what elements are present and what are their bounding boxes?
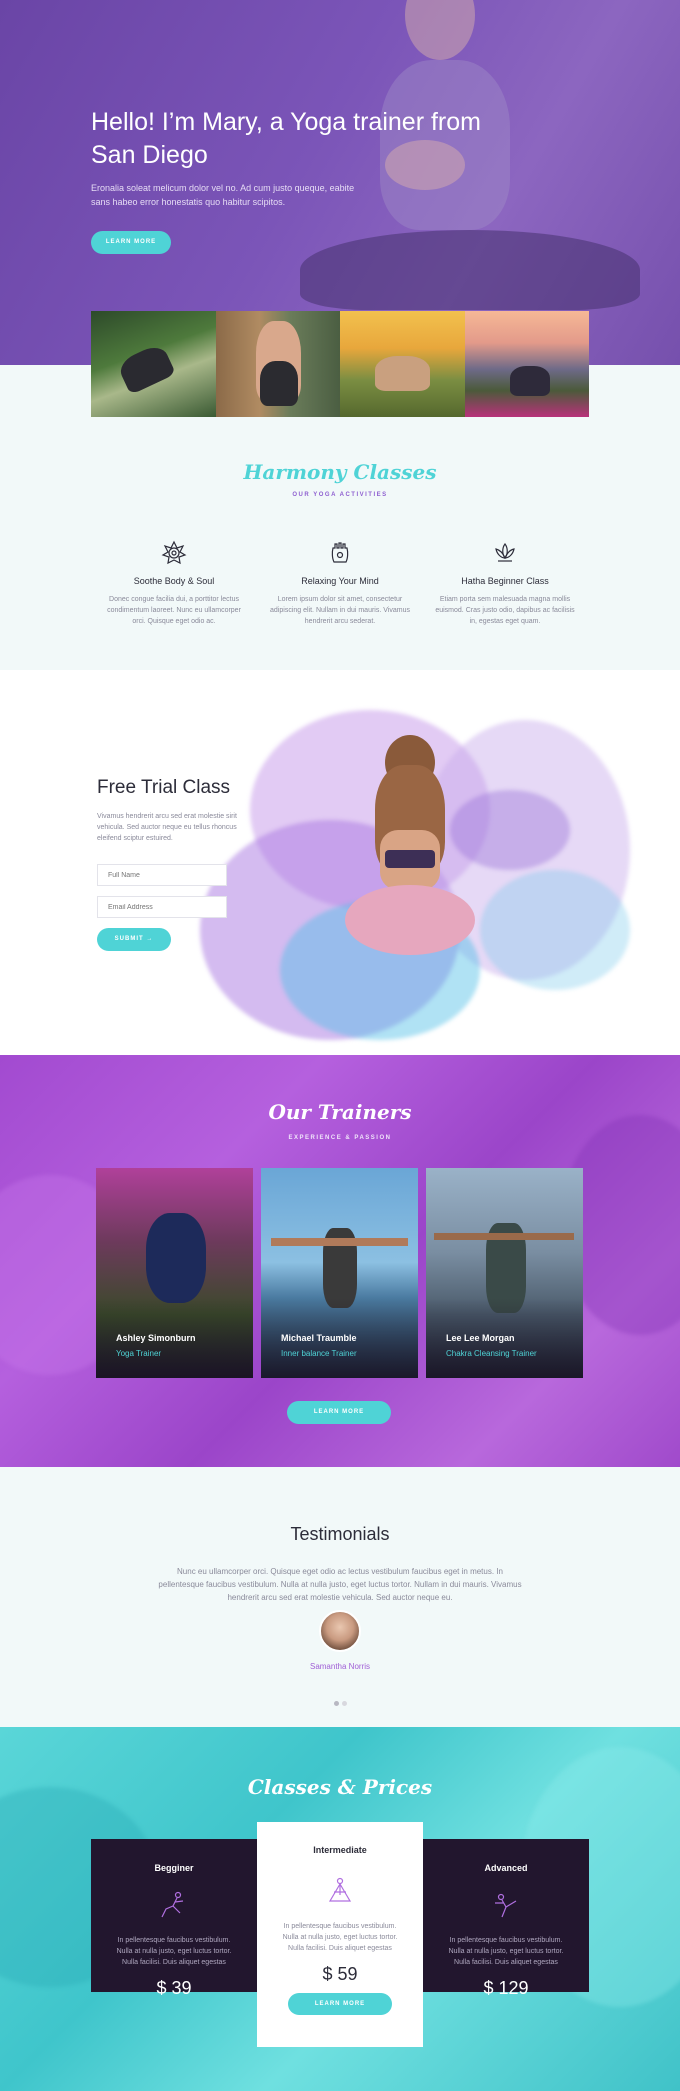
gallery-photo-3[interactable] [340, 311, 465, 417]
plan-name: Advanced [484, 1863, 528, 1873]
trainer-name: Lee Lee Morgan [446, 1333, 515, 1343]
feature-title: Hatha Beginner Class [461, 576, 549, 586]
trainer-card-michael[interactable]: Michael Traumble Inner balance Trainer [261, 1168, 418, 1378]
trainer-role: Chakra Cleansing Trainer [446, 1349, 537, 1358]
arrow-right-icon: → [146, 936, 154, 942]
trainer-name: Michael Traumble [281, 1333, 357, 1343]
email-address-input[interactable] [97, 896, 227, 918]
plan-text: In pellentesque faucibus vestibulum. Nul… [448, 1937, 564, 1966]
classes-subtitle: Our Yoga Activities [292, 492, 388, 498]
plan-name: Begginer [154, 1863, 194, 1873]
free-trial-section: Free Trial Class Vivamus hendrerit arcu … [0, 670, 680, 1055]
hero-text: Eronalia soleat melicum dolor vel no. Ad… [91, 183, 355, 207]
trainer-role: Yoga Trainer [116, 1349, 162, 1358]
testimonial-text: Nunc eu ullamcorper orci. Quisque eget o… [158, 1567, 522, 1602]
yoga-pose-icon [158, 1889, 190, 1921]
prices-section: Classes & Prices Begginer In pellentesqu… [0, 1727, 680, 2091]
trainer-name: Ashley Simonburn [116, 1333, 196, 1343]
slider-dot-1[interactable] [334, 1701, 339, 1706]
feature-relaxing: Relaxing Your Mind Lorem ipsum dolor sit… [270, 540, 410, 627]
hero-learn-more-button[interactable]: Learn More [91, 231, 171, 254]
feature-soothe: Soothe Body & Soul Donec congue facilia … [104, 540, 244, 627]
lotus-mandala-icon [161, 540, 187, 566]
feature-title: Soothe Body & Soul [133, 576, 215, 586]
trainer-role: Inner balance Trainer [281, 1349, 357, 1358]
yoga-balance-icon [490, 1889, 522, 1921]
photo-gallery [91, 311, 589, 417]
feature-text: Lorem ipsum dolor sit amet, consectetur … [270, 596, 410, 625]
hamsa-hand-icon [327, 540, 353, 566]
feature-text: Etiam porta sem malesuada magna mollis e… [435, 596, 575, 625]
testimonial-author: Samantha Norris [309, 1662, 371, 1671]
lotus-flower-icon [492, 540, 518, 566]
testimonials-title: Testimonials [290, 1524, 390, 1544]
plan-learn-more-button[interactable]: Learn More [288, 1993, 392, 2015]
feature-text: Donec congue facilia dui, a porttitor le… [107, 596, 241, 625]
testimonials-section: Testimonials Nunc eu ullamcorper orci. Q… [0, 1467, 680, 1727]
plan-name: Intermediate [313, 1845, 367, 1855]
gallery-photo-2[interactable] [215, 311, 340, 417]
submit-label: Submit [114, 936, 144, 942]
yoga-woman-photo [340, 735, 480, 975]
plan-text: In pellentesque faucibus vestibulum. Nul… [116, 1937, 232, 1966]
plan-text: In pellentesque faucibus vestibulum. Nul… [282, 1923, 398, 1952]
feature-hatha: Hatha Beginner Class Etiam porta sem mal… [435, 540, 575, 627]
page: Hello! I’m Mary, a Yoga trainer from San… [0, 0, 680, 2091]
trainers-subtitle: Experience & Passion [288, 1135, 392, 1141]
feature-title: Relaxing Your Mind [301, 576, 379, 586]
trainers-section: Our Trainers Experience & Passion Ashley… [0, 1055, 680, 1467]
submit-button[interactable]: Submit → [97, 928, 171, 951]
trainer-card-ashley[interactable]: Ashley Simonburn Yoga Trainer [96, 1168, 253, 1378]
plan-price: $ 129 [483, 1978, 529, 1998]
trial-text: Vivamus hendrerit arcu sed erat molestie… [97, 813, 237, 842]
trainers-title: Our Trainers [268, 1100, 412, 1124]
trainers-learn-more-button[interactable]: Learn More [287, 1401, 391, 1424]
yoga-triangle-icon [324, 1875, 356, 1907]
plan-card-advanced: Advanced In pellentesque faucibus vestib… [423, 1839, 589, 1998]
classes-title: Harmony Classes [243, 460, 437, 484]
trial-title: Free Trial Class [97, 777, 231, 798]
avatar [319, 1610, 361, 1652]
plan-card-intermediate: Intermediate In pellentesque faucibus ve… [257, 1822, 423, 2047]
prices-title: Classes & Prices [247, 1775, 433, 1799]
full-name-input[interactable] [97, 864, 227, 886]
gallery-photo-1[interactable] [91, 311, 216, 417]
trainer-card-lee[interactable]: Lee Lee Morgan Chakra Cleansing Trainer [426, 1168, 583, 1378]
plan-price: $ 39 [156, 1978, 192, 1998]
slider-dot-2[interactable] [342, 1701, 347, 1706]
plan-price: $ 59 [322, 1964, 358, 1984]
plan-card-beginner: Begginer In pellentesque faucibus vestib… [91, 1839, 257, 1998]
gallery-photo-4[interactable] [464, 311, 589, 417]
hero-title: Hello! I’m Mary, a Yoga trainer from San… [91, 108, 481, 169]
